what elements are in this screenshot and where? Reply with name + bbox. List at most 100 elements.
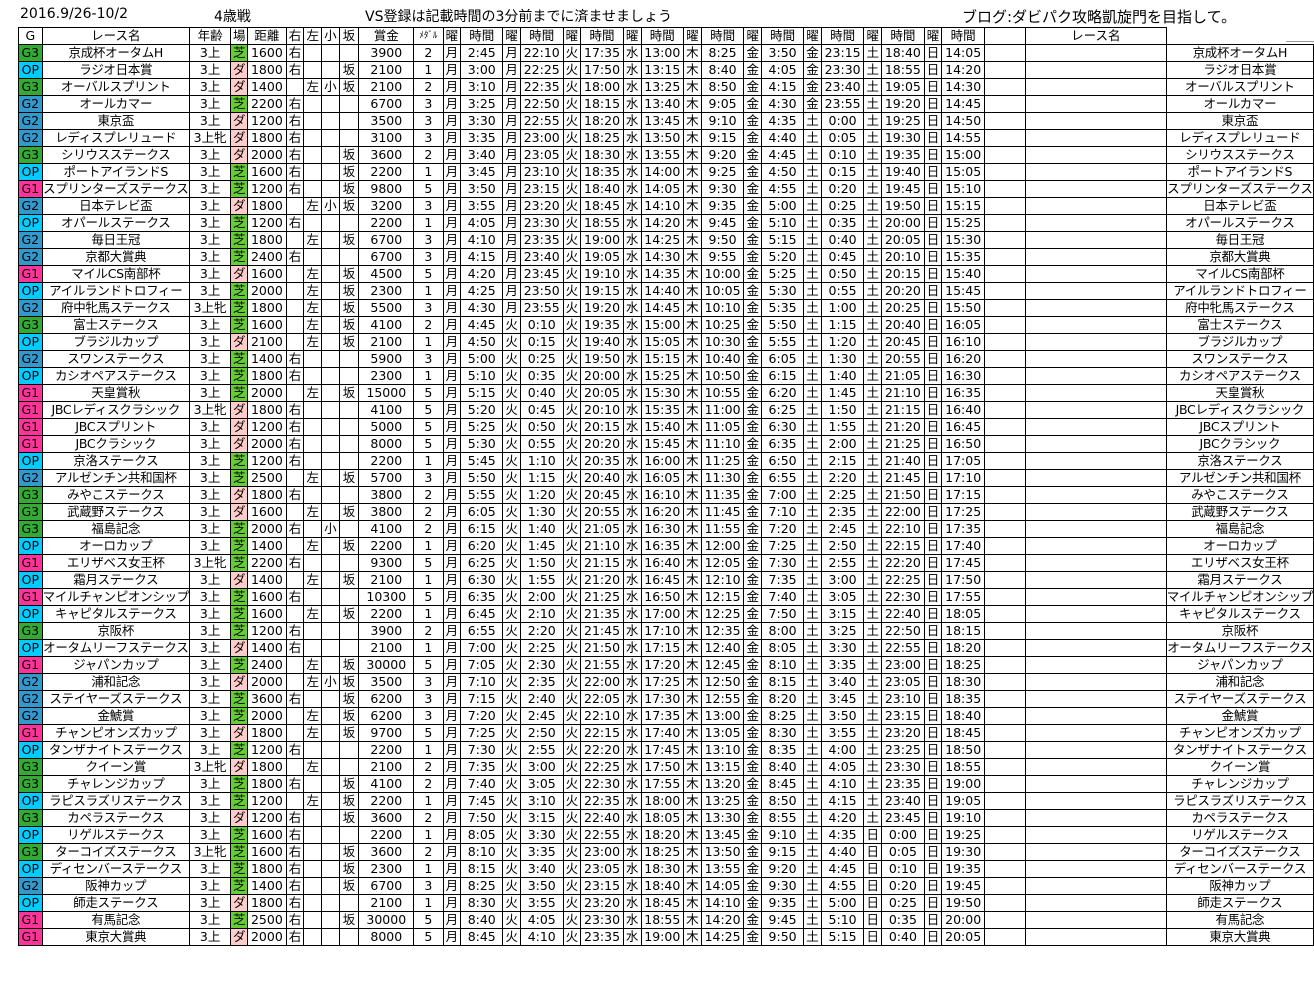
time-cell[interactable]: 16:10 bbox=[640, 486, 685, 504]
race-name-repeat-cell[interactable]: ディセンバーステークス bbox=[1165, 860, 1314, 878]
time-cell[interactable]: 23:00 bbox=[580, 843, 624, 861]
weekday-cell[interactable]: 土 bbox=[863, 639, 883, 657]
left-turn-cell[interactable] bbox=[303, 418, 323, 436]
header-cell[interactable]: 時間 bbox=[700, 27, 745, 45]
time-cell[interactable]: 5:50 bbox=[460, 469, 504, 487]
weekday-cell[interactable]: 月 bbox=[442, 367, 462, 385]
medal-cell[interactable]: 5 bbox=[413, 928, 444, 946]
time-cell[interactable]: 6:55 bbox=[460, 622, 504, 640]
grade-cell[interactable]: G3 bbox=[18, 775, 43, 793]
time-cell[interactable]: 15:10 bbox=[941, 180, 985, 198]
time-cell-empty[interactable] bbox=[1025, 95, 1167, 113]
weekday-cell-empty[interactable] bbox=[983, 809, 1027, 827]
time-cell[interactable]: 4:00 bbox=[820, 741, 865, 759]
distance-cell[interactable]: 2000 bbox=[247, 673, 287, 691]
time-cell-empty[interactable] bbox=[1025, 384, 1167, 402]
time-cell[interactable]: 6:55 bbox=[761, 469, 805, 487]
weekday-cell[interactable]: 月 bbox=[442, 95, 462, 113]
weekday-cell[interactable]: 木 bbox=[683, 758, 702, 776]
time-cell[interactable]: 23:00 bbox=[519, 129, 564, 147]
weekday-cell[interactable]: 日 bbox=[923, 605, 943, 623]
prize-cell[interactable]: 2100 bbox=[358, 639, 415, 657]
time-cell[interactable]: 23:35 bbox=[580, 928, 624, 946]
time-cell-empty[interactable] bbox=[1025, 112, 1167, 130]
weekday-cell[interactable]: 日 bbox=[923, 656, 943, 674]
time-cell[interactable]: 3:05 bbox=[519, 775, 564, 793]
weekday-cell[interactable]: 日 bbox=[923, 61, 943, 79]
distance-cell[interactable]: 1600 bbox=[247, 163, 287, 181]
weekday-cell[interactable]: 金 bbox=[743, 316, 763, 334]
age-cell[interactable]: 3上牝 bbox=[188, 299, 232, 317]
grade-cell[interactable]: OP bbox=[18, 605, 43, 623]
weekday-cell[interactable]: 日 bbox=[923, 894, 943, 912]
weekday-cell[interactable]: 土 bbox=[863, 401, 883, 419]
time-cell[interactable]: 19:40 bbox=[881, 163, 925, 181]
weekday-cell[interactable]: 火 bbox=[562, 690, 582, 708]
weekday-cell[interactable]: 水 bbox=[622, 520, 642, 538]
right-turn-cell[interactable] bbox=[285, 758, 305, 776]
distance-cell[interactable]: 1800 bbox=[247, 299, 287, 317]
medal-cell[interactable]: 1 bbox=[413, 163, 444, 181]
time-cell-empty[interactable] bbox=[1025, 588, 1167, 606]
weekday-cell[interactable]: 水 bbox=[622, 214, 642, 232]
weekday-cell-empty[interactable] bbox=[983, 214, 1027, 232]
right-turn-cell[interactable]: 右 bbox=[285, 622, 305, 640]
race-name-repeat-cell[interactable]: みやこステークス bbox=[1165, 486, 1314, 504]
weekday-cell[interactable]: 木 bbox=[683, 792, 702, 810]
weekday-cell[interactable]: 金 bbox=[743, 112, 763, 130]
weekday-cell[interactable]: 土 bbox=[863, 775, 883, 793]
time-cell[interactable]: 6:50 bbox=[761, 452, 805, 470]
time-cell-empty[interactable] bbox=[1025, 231, 1167, 249]
weekday-cell[interactable]: 月 bbox=[502, 78, 521, 96]
time-cell[interactable]: 18:55 bbox=[881, 61, 925, 79]
time-cell[interactable]: 5:10 bbox=[820, 911, 865, 929]
race-name-cell[interactable]: 天皇賞秋 bbox=[41, 384, 190, 402]
prize-cell[interactable]: 6700 bbox=[358, 877, 415, 895]
weekday-cell[interactable]: 土 bbox=[803, 809, 822, 827]
weekday-cell[interactable]: 月 bbox=[442, 894, 462, 912]
weekday-cell[interactable]: 日 bbox=[923, 928, 943, 946]
time-cell-empty[interactable] bbox=[1025, 741, 1167, 759]
time-cell[interactable]: 12:10 bbox=[700, 571, 745, 589]
grade-cell[interactable]: OP bbox=[18, 452, 43, 470]
weekday-cell[interactable]: 土 bbox=[803, 231, 822, 249]
right-turn-cell[interactable]: 右 bbox=[285, 112, 305, 130]
time-cell[interactable]: 1:45 bbox=[820, 384, 865, 402]
race-name-repeat-cell[interactable]: アルゼンチン共和国杯 bbox=[1165, 469, 1314, 487]
time-cell[interactable]: 6:30 bbox=[460, 571, 504, 589]
weekday-cell[interactable]: 火 bbox=[562, 435, 582, 453]
time-cell[interactable]: 6:20 bbox=[761, 384, 805, 402]
time-cell[interactable]: 23:15 bbox=[580, 877, 624, 895]
time-cell[interactable]: 12:25 bbox=[700, 605, 745, 623]
weekday-cell-empty[interactable] bbox=[983, 911, 1027, 929]
time-cell[interactable]: 15:35 bbox=[941, 248, 985, 266]
time-cell[interactable]: 12:35 bbox=[700, 622, 745, 640]
medal-cell[interactable]: 2 bbox=[413, 503, 444, 521]
small-track-cell[interactable] bbox=[321, 452, 340, 470]
time-cell[interactable]: 23:30 bbox=[820, 61, 865, 79]
weekday-cell[interactable]: 水 bbox=[622, 741, 642, 759]
left-turn-cell[interactable] bbox=[303, 826, 323, 844]
weekday-cell[interactable]: 水 bbox=[622, 112, 642, 130]
slope-cell[interactable] bbox=[338, 129, 360, 147]
time-cell[interactable]: 15:05 bbox=[640, 333, 685, 351]
time-cell[interactable]: 7:35 bbox=[761, 571, 805, 589]
medal-cell[interactable]: 3 bbox=[413, 299, 444, 317]
time-cell[interactable]: 21:25 bbox=[580, 588, 624, 606]
weekday-cell[interactable]: 日 bbox=[863, 826, 883, 844]
age-cell[interactable]: 3上 bbox=[188, 95, 232, 113]
time-cell[interactable]: 1:45 bbox=[519, 537, 564, 555]
weekday-cell[interactable]: 土 bbox=[863, 605, 883, 623]
race-name-repeat-cell[interactable]: ターコイズステークス bbox=[1165, 843, 1314, 861]
race-name-repeat-cell[interactable]: 府中牝馬ステークス bbox=[1165, 299, 1314, 317]
right-turn-cell[interactable]: 右 bbox=[285, 435, 305, 453]
race-name-cell[interactable]: キャピタルステークス bbox=[41, 605, 190, 623]
distance-cell[interactable]: 1200 bbox=[247, 180, 287, 198]
small-track-cell[interactable] bbox=[321, 248, 340, 266]
time-cell[interactable]: 17:25 bbox=[640, 673, 685, 691]
time-cell[interactable]: 14:20 bbox=[941, 61, 985, 79]
time-cell[interactable]: 4:50 bbox=[460, 333, 504, 351]
time-cell[interactable]: 0:20 bbox=[881, 877, 925, 895]
time-cell[interactable]: 2:45 bbox=[820, 520, 865, 538]
slope-cell[interactable]: 坂 bbox=[338, 299, 360, 317]
